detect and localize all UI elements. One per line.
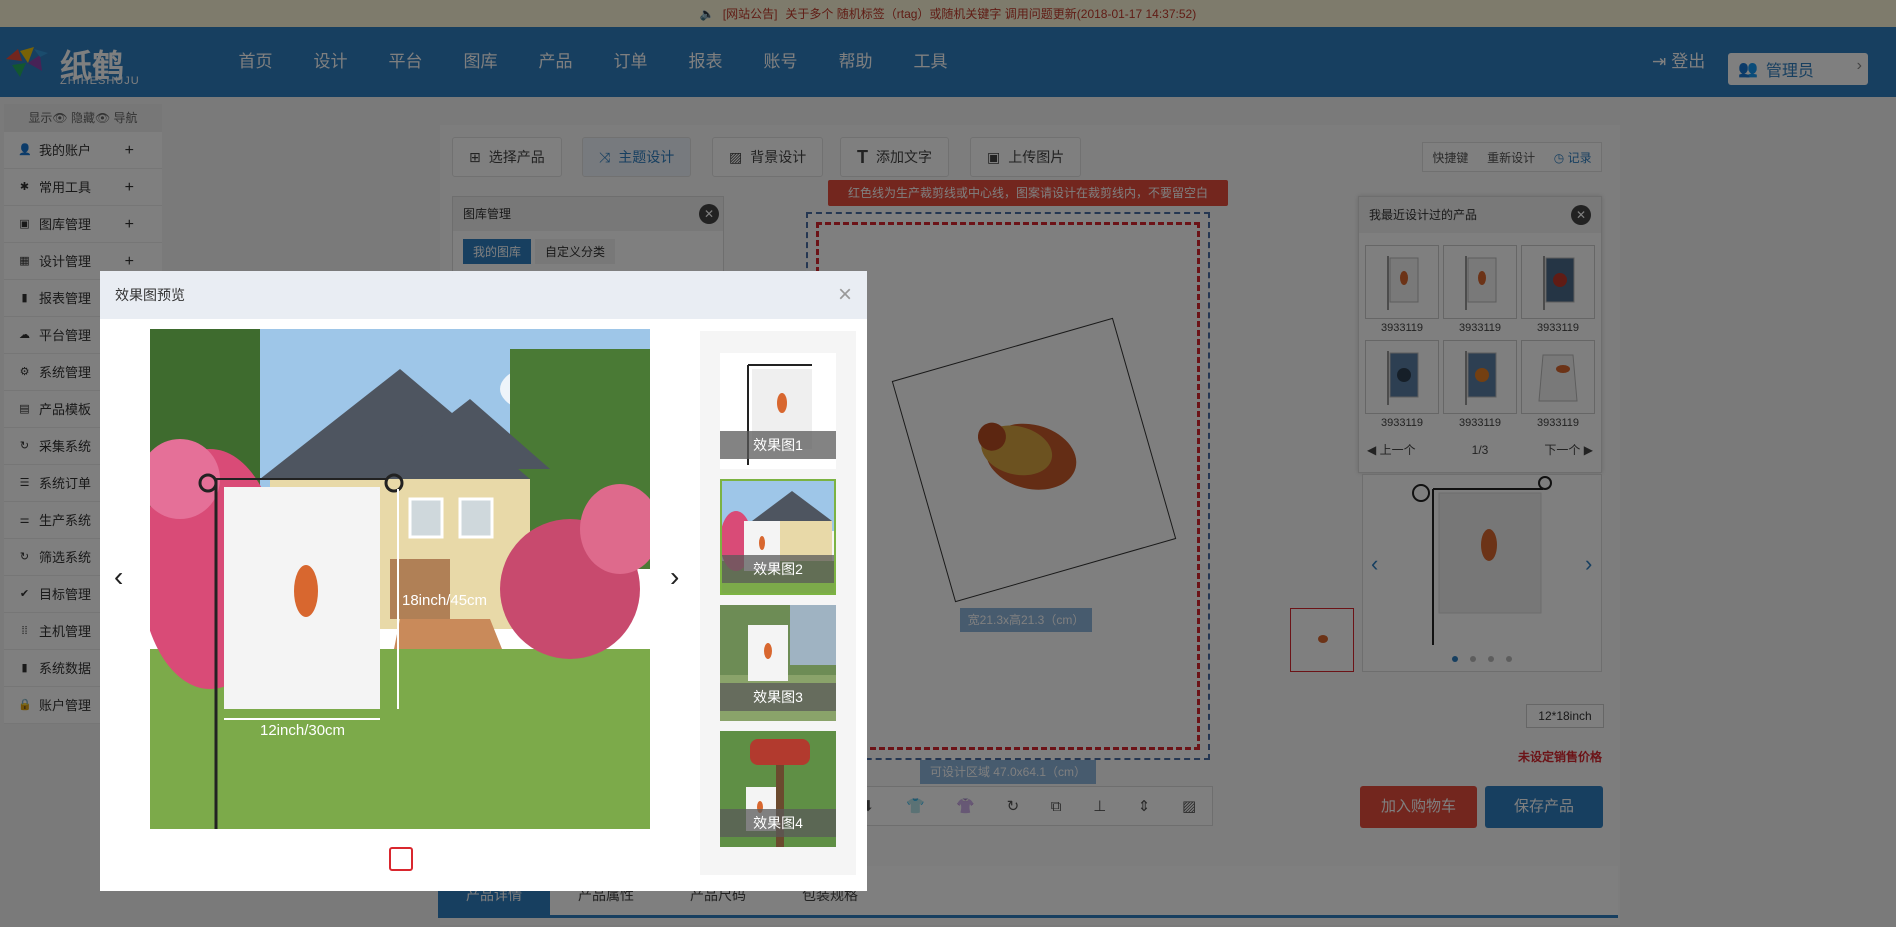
thumb-label: 效果图1	[720, 431, 836, 459]
effect-preview-modal: 效果图预览 × ‹ › 18inch/45cm 12inch/30cm 效果图1…	[100, 271, 867, 891]
height-dimension-label: 18inch/45cm	[402, 592, 487, 609]
next-arrow-icon[interactable]: ›	[670, 561, 679, 593]
indicator-square[interactable]	[389, 847, 413, 871]
effect-thumb[interactable]: 效果图3	[720, 605, 836, 721]
close-icon[interactable]: ×	[838, 271, 852, 319]
thumb-label: 效果图3	[720, 683, 836, 711]
thumb-label: 效果图4	[720, 809, 836, 837]
effect-thumb[interactable]: 效果图4	[720, 731, 836, 847]
thumb-label: 效果图2	[722, 555, 834, 583]
prev-arrow-icon[interactable]: ‹	[114, 561, 123, 593]
effect-thumbnails: 效果图1 效果图2 效果图3 效果图4	[700, 331, 856, 875]
width-dimension-label: 12inch/30cm	[260, 722, 345, 739]
effect-thumb[interactable]: 效果图1	[720, 353, 836, 469]
effect-main-image: 18inch/45cm 12inch/30cm	[150, 329, 650, 829]
garden-scene-image: 18inch/45cm 12inch/30cm	[150, 329, 650, 829]
effect-thumb-selected[interactable]: 效果图2	[720, 479, 836, 595]
modal-header: 效果图预览 ×	[100, 271, 867, 319]
modal-title: 效果图预览	[115, 287, 185, 303]
